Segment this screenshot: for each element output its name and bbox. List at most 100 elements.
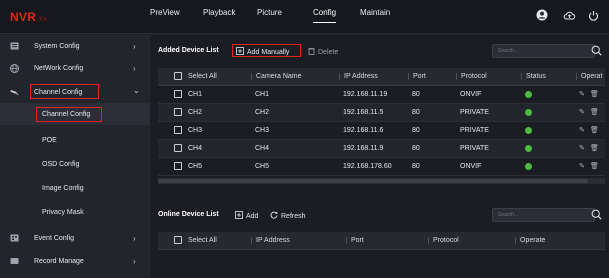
cell-channel: CH2 [188, 109, 203, 116]
table-row[interactable]: CH1 CH1 192.168.11.19 80 ONVIF ✎ 🗑 [158, 86, 605, 104]
cell-ip: 192.168.11.19 [343, 91, 388, 98]
chevron-right-icon: › [133, 41, 136, 51]
add-button[interactable]: Add [235, 211, 258, 221]
nav-maintain[interactable]: Maintain [360, 8, 390, 26]
edit-icon[interactable]: ✎ [579, 126, 585, 134]
th-port: Port [408, 73, 426, 80]
status-online-icon [525, 109, 532, 116]
cell-protocol: PRIVATE [460, 127, 489, 134]
cell-port: 80 [412, 127, 420, 134]
subnav-osd-config[interactable]: OSD Config [0, 153, 150, 175]
status-online-icon [525, 145, 532, 152]
cell-camera-name: CH1 [255, 91, 270, 98]
online-device-table: Select All IP Address Port Protocol Oper… [158, 232, 605, 250]
sidebar: System Config › NetWork Config › Channel… [0, 35, 150, 278]
row-checkbox[interactable] [174, 144, 182, 152]
select-all-checkbox[interactable] [174, 236, 182, 244]
refresh-button[interactable]: Refresh [270, 211, 306, 221]
row-checkbox[interactable] [174, 108, 182, 116]
subnav-image-config[interactable]: Image Config [0, 177, 150, 199]
trash-icon[interactable]: 🗑 [590, 108, 599, 116]
row-checkbox[interactable] [174, 162, 182, 170]
cell-port: 80 [412, 91, 420, 98]
highlight-box [36, 107, 102, 122]
delete-button[interactable]: Delete [308, 47, 338, 57]
subnav-poe[interactable]: POE [0, 129, 150, 151]
th-camera-name: Camera Name [251, 73, 302, 80]
subnav-label: OSD Config [42, 160, 80, 168]
table-row[interactable]: CH3 CH3 192.168.11.6 80 PRIVATE ✎ 🗑 [158, 122, 605, 140]
cell-protocol: ONVIF [460, 163, 482, 170]
sidebar-item-system-config[interactable]: System Config › [0, 36, 150, 56]
cell-port: 80 [412, 109, 420, 116]
subnav-label: Privacy Mask [42, 208, 84, 216]
th-operate: Operat [576, 73, 602, 80]
th-ip-address: IP Address [339, 73, 378, 80]
th-operate: Operate [515, 237, 545, 244]
added-search-input[interactable]: Search... [492, 44, 595, 58]
event-icon [10, 234, 19, 242]
cell-camera-name: CH2 [255, 109, 270, 116]
search-icon[interactable] [591, 45, 603, 57]
subnav-privacy-mask[interactable]: Privacy Mask [0, 201, 150, 223]
edit-icon[interactable]: ✎ [579, 162, 585, 170]
nav-preview[interactable]: PreView [150, 8, 180, 26]
power-icon[interactable] [586, 8, 600, 22]
cell-channel: CH5 [188, 163, 203, 170]
delete-label: Delete [318, 48, 339, 56]
nav-config[interactable]: Config [313, 8, 337, 26]
trash-icon[interactable]: 🗑 [590, 144, 599, 152]
th-protocol: Protocol [456, 73, 487, 80]
main-panel: Added Device List Add Manually Delete Se… [150, 35, 609, 278]
cell-camera-name: CH4 [255, 145, 270, 152]
cell-camera-name: CH5 [255, 163, 270, 170]
select-all-checkbox[interactable] [174, 72, 182, 80]
added-device-table: Select All Camera Name IP Address Port P… [158, 68, 605, 176]
th-port: Port [346, 237, 364, 244]
nav-playback[interactable]: Playback [203, 8, 235, 26]
trash-icon[interactable]: 🗑 [590, 90, 599, 98]
status-online-icon [525, 91, 532, 98]
trash-icon[interactable]: 🗑 [590, 126, 599, 134]
sidebar-item-label: NetWork Config [34, 64, 84, 72]
th-select-all: Select All [188, 73, 217, 80]
cloud-upload-icon[interactable] [562, 8, 576, 22]
sidebar-item-network-config[interactable]: NetWork Config › [0, 58, 150, 78]
table-row[interactable]: CH4 CH4 192.168.11.9 80 PRIVATE ✎ 🗑 [158, 140, 605, 158]
cell-channel: CH4 [188, 145, 203, 152]
add-label: Add [246, 212, 259, 220]
user-avatar-icon[interactable] [535, 8, 549, 22]
edit-icon[interactable]: ✎ [579, 144, 585, 152]
status-online-icon [525, 127, 532, 134]
added-list-title: Added Device List [158, 47, 219, 54]
cell-camera-name: CH3 [255, 127, 270, 134]
table-row[interactable]: CH2 CH2 192.168.11.5 80 PRIVATE ✎ 🗑 [158, 104, 605, 122]
sidebar-item-event-config[interactable]: Event Config › [0, 228, 150, 248]
search-icon[interactable] [591, 209, 603, 221]
online-search-input[interactable]: Search... [492, 208, 595, 222]
chevron-right-icon: › [133, 256, 136, 266]
cell-channel: CH1 [188, 91, 203, 98]
sidebar-item-record-manage[interactable]: Record Manage › [0, 251, 150, 271]
table-row[interactable]: CH5 CH5 192.168.178.60 80 ONVIF ✎ 🗑 [158, 158, 605, 176]
th-select-all: Select All [188, 237, 217, 244]
highlight-box [30, 84, 99, 99]
nav-picture[interactable]: Picture [257, 8, 282, 26]
th-protocol: Protocol [428, 237, 459, 244]
cell-ip: 192.168.11.5 [343, 109, 384, 116]
edit-icon[interactable]: ✎ [579, 90, 585, 98]
chevron-down-icon: ⌄ [133, 86, 140, 95]
cell-protocol: PRIVATE [460, 145, 489, 152]
row-checkbox[interactable] [174, 126, 182, 134]
cell-ip: 192.168.11.9 [343, 145, 384, 152]
edit-icon[interactable]: ✎ [579, 108, 585, 116]
cell-channel: CH3 [188, 127, 203, 134]
subnav-label: Image Config [42, 184, 84, 192]
horizontal-scrollbar[interactable] [158, 178, 605, 184]
row-checkbox[interactable] [174, 90, 182, 98]
scrollbar-thumb[interactable] [158, 179, 588, 183]
trash-icon[interactable]: 🗑 [590, 162, 599, 170]
status-online-icon [525, 163, 532, 170]
cell-ip: 192.168.11.6 [343, 127, 384, 134]
online-list-title: Online Device List [158, 211, 219, 218]
